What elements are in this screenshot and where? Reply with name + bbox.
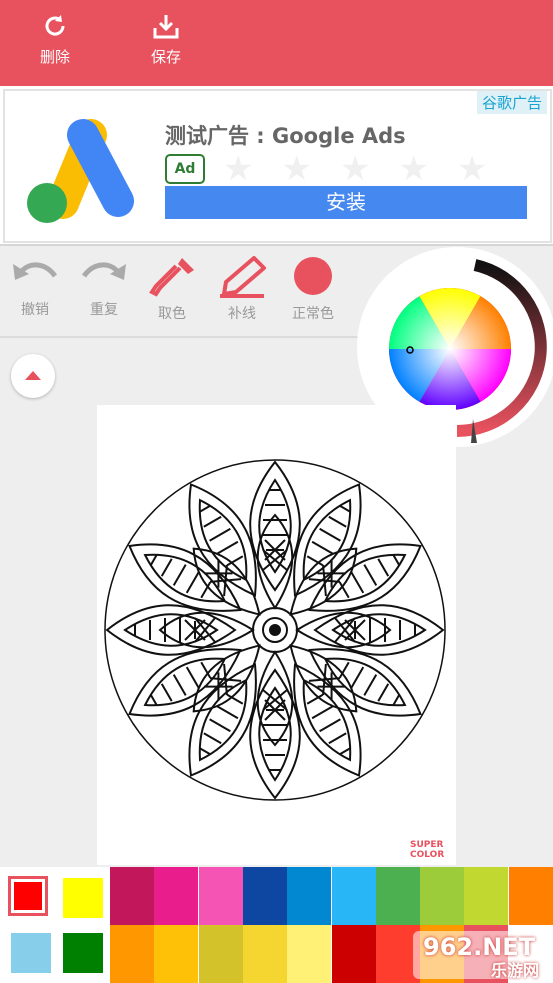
download-icon — [153, 15, 179, 39]
ad-title: 测试广告 : Google Ads — [165, 124, 406, 148]
palette-swatch[interactable] — [110, 867, 154, 925]
ad-badge: 谷歌广告 — [476, 91, 547, 114]
install-button[interactable]: 安装 — [165, 186, 527, 219]
undo-icon — [13, 262, 58, 280]
selected-swatch-3[interactable] — [11, 933, 51, 973]
arrow-up-icon — [25, 371, 41, 380]
google-ads-logo — [27, 119, 134, 223]
redo-label: 重复 — [90, 302, 118, 318]
undo-label: 撤销 — [21, 302, 49, 318]
save-button[interactable]: 保存 — [131, 12, 201, 67]
delete-label: 删除 — [39, 48, 70, 66]
top-toolbar: 删除 保存 — [0, 0, 553, 86]
coloring-canvas[interactable] — [97, 405, 456, 865]
palette-swatch[interactable] — [331, 925, 376, 983]
ad-label-pill: Ad — [165, 154, 205, 184]
super-coloring-logo: SUPER COLOR — [410, 840, 445, 860]
palette-swatch[interactable] — [154, 867, 199, 925]
palette-swatch[interactable] — [464, 867, 509, 925]
selected-swatch-2[interactable] — [63, 878, 103, 918]
palette-swatch[interactable] — [154, 925, 199, 983]
watermark: 962.NET 乐游网 — [413, 931, 551, 980]
ad-card[interactable]: 谷歌广告 测试广告 : Google Ads Ad ★★★★★ 安装 — [3, 89, 552, 243]
watermark-sub: 乐游网 — [491, 961, 540, 980]
fill-line-button[interactable]: 补线 — [212, 254, 272, 323]
picker-label: 取色 — [158, 306, 186, 322]
current-color-dot — [294, 257, 332, 295]
palette-swatch[interactable] — [375, 867, 420, 925]
color-picker-button[interactable]: 取色 — [142, 254, 202, 323]
save-label: 保存 — [150, 48, 181, 66]
palette-swatch[interactable] — [242, 867, 287, 925]
color-mode-button[interactable]: 正常色 — [283, 254, 343, 323]
pencil-icon — [220, 256, 266, 298]
palette-swatch[interactable] — [110, 925, 154, 983]
palette-swatch[interactable] — [287, 925, 332, 983]
palette-swatch[interactable] — [198, 867, 243, 925]
ad-banner[interactable]: 谷歌广告 测试广告 : Google Ads Ad ★★★★★ 安装 — [0, 86, 553, 246]
undo-button[interactable]: 撤销 — [5, 254, 65, 319]
fill-label: 补线 — [228, 306, 256, 322]
selected-swatch-4[interactable] — [63, 933, 103, 973]
palette-swatch[interactable] — [198, 925, 243, 983]
redo-button[interactable]: 重复 — [74, 254, 134, 319]
mandala-drawing[interactable] — [97, 405, 456, 865]
palette-swatch[interactable] — [420, 867, 465, 925]
palette-swatch[interactable] — [287, 867, 332, 925]
eyedropper-icon — [149, 258, 194, 297]
palette-swatch[interactable] — [331, 867, 376, 925]
selected-swatch-1[interactable] — [8, 876, 48, 916]
redo-icon — [81, 262, 126, 280]
rating-stars: ★★★★★ — [223, 149, 516, 189]
collapse-button[interactable] — [11, 354, 55, 398]
delete-button[interactable]: 删除 — [20, 12, 90, 67]
palette-swatch[interactable] — [508, 867, 553, 925]
mode-label: 正常色 — [292, 306, 334, 322]
refresh-icon — [45, 15, 65, 36]
palette-swatch[interactable] — [242, 925, 287, 983]
